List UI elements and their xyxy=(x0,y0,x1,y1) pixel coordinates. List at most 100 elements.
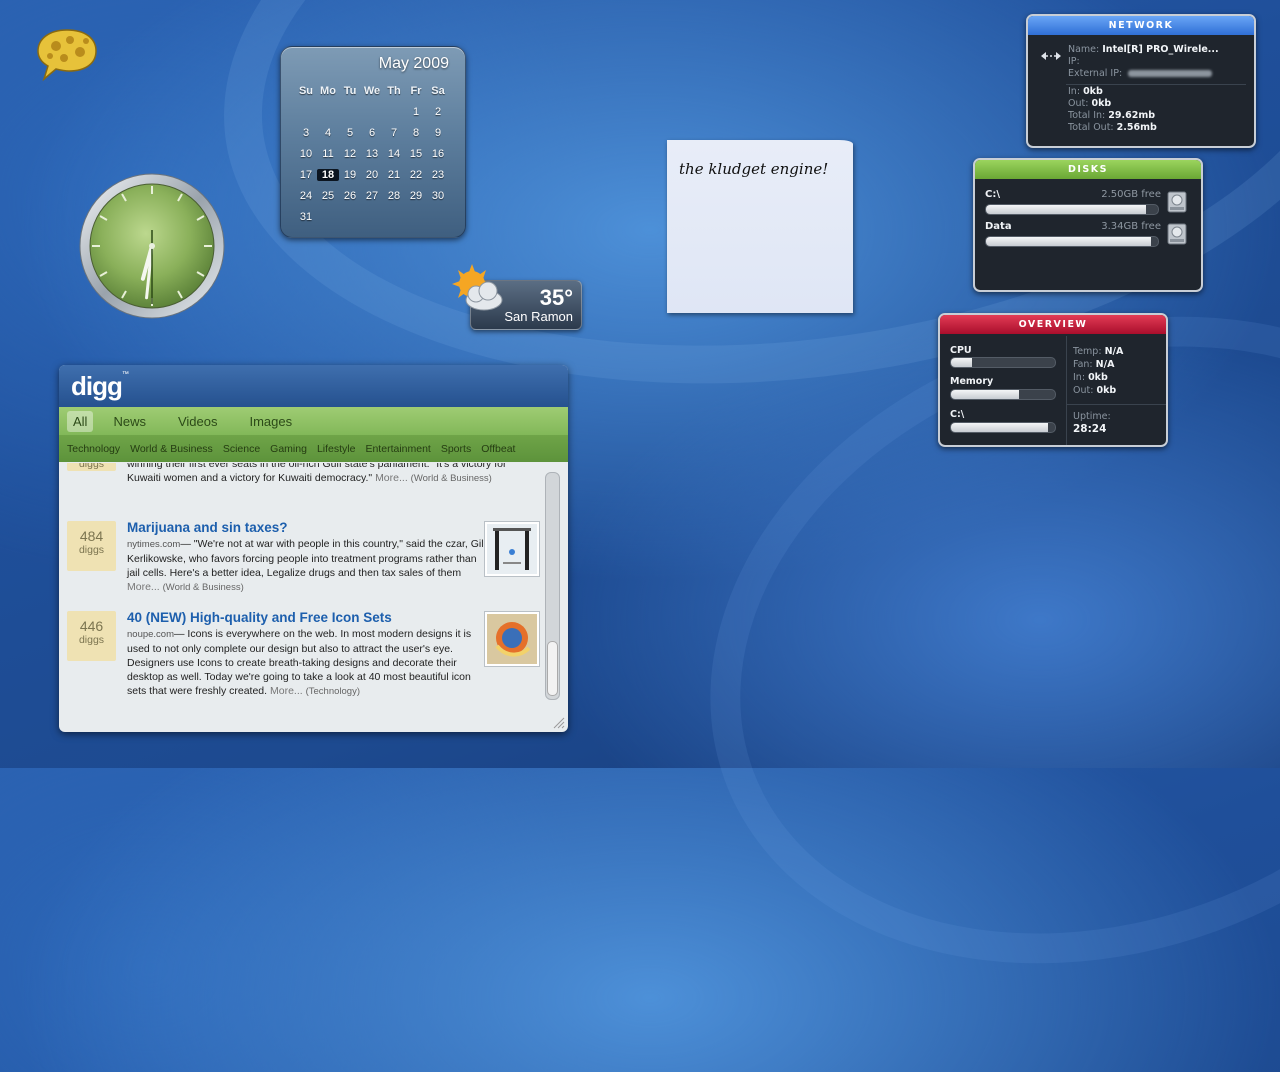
overview-divider xyxy=(1067,404,1166,405)
network-divider xyxy=(1066,84,1246,85)
digg-category-link[interactable]: Science xyxy=(223,443,260,455)
digg-scrollbar-thumb[interactable] xyxy=(547,641,558,696)
digg-story-thumbnail[interactable] xyxy=(484,521,540,577)
digg-story-source: noupe.com xyxy=(127,629,175,640)
sticky-note-text[interactable]: the kludget engine! xyxy=(679,160,828,178)
calendar-day[interactable]: 2 xyxy=(427,106,449,118)
calendar-day[interactable]: 20 xyxy=(361,169,383,181)
digg-more-link[interactable]: More... xyxy=(127,581,160,593)
network-widget[interactable]: NETWORK Name: Intel[R] PRO_Wirele... IP:… xyxy=(1026,14,1256,148)
calendar-day[interactable]: 26 xyxy=(339,190,361,202)
digg-more-link[interactable]: More... xyxy=(270,685,303,697)
calendar-day[interactable]: 17 xyxy=(295,169,317,181)
digg-more-link[interactable]: More... xyxy=(375,472,408,484)
calendar-day[interactable]: 29 xyxy=(405,190,427,202)
digg-category-link[interactable]: Lifestyle xyxy=(317,443,356,455)
calendar-widget[interactable]: May 2009 Su Mo Tu We Th Fr Sa 1 2 3 4 5 6 7 8 9 10 11 12 13… xyxy=(280,46,466,238)
digg-category-link[interactable]: Sports xyxy=(441,443,471,455)
network-title: NETWORK xyxy=(1028,16,1254,35)
calendar-day[interactable]: 1 xyxy=(405,106,427,118)
digg-story-body: 40 (NEW) High-quality and Free Icon Sets… xyxy=(127,611,487,699)
calendar-day[interactable]: 31 xyxy=(295,211,317,223)
overview-widget[interactable]: OVERVIEW CPU Memory C:\ Temp: N/A Fan: N… xyxy=(938,313,1168,447)
calendar-day[interactable]: 30 xyxy=(427,190,449,202)
analog-clock-widget[interactable] xyxy=(78,172,226,320)
disk-name: Data xyxy=(985,221,1012,232)
digg-category-link[interactable]: Technology xyxy=(67,443,120,455)
calendar-day[interactable]: 28 xyxy=(383,190,405,202)
digg-story-category[interactable]: (Technology) xyxy=(306,686,360,697)
digg-category-link[interactable]: World & Business xyxy=(130,443,213,455)
digg-logo[interactable]: digg™ xyxy=(71,371,129,402)
calendar-day[interactable]: 7 xyxy=(383,127,405,139)
overview-title: OVERVIEW xyxy=(940,315,1166,334)
calendar-day[interactable]: 5 xyxy=(339,127,361,139)
calendar-week-row: 3456789 xyxy=(295,122,455,143)
calendar-day[interactable]: 4 xyxy=(317,127,339,139)
calendar-day[interactable]: 6 xyxy=(361,127,383,139)
digg-category-link[interactable]: Gaming xyxy=(270,443,307,455)
calendar-weekday: Mo xyxy=(320,84,336,97)
network-out-row: Out: 0kb xyxy=(1068,98,1112,109)
calendar-day[interactable]: 22 xyxy=(405,169,427,181)
uptime-label: Uptime: xyxy=(1073,411,1111,422)
disk-row: Data 3.34GB free xyxy=(985,221,1191,249)
memory-label: Memory xyxy=(950,376,994,387)
calendar-day[interactable]: 14 xyxy=(383,148,405,160)
calendar-day[interactable]: 27 xyxy=(361,190,383,202)
digg-count-badge[interactable]: 446 diggs xyxy=(67,611,116,661)
digg-category-link[interactable]: Offbeat xyxy=(481,443,515,455)
disk-usage-bar xyxy=(985,236,1159,247)
digg-count-badge[interactable]: 484 diggs xyxy=(67,521,116,571)
calendar-grid: Su Mo Tu We Th Fr Sa 1 2 3 4 5 6 7 8 9 10 11 12 13 14 15 16 17 1… xyxy=(295,80,455,227)
calendar-day[interactable]: 12 xyxy=(339,148,361,160)
network-ip-row: IP: xyxy=(1068,56,1080,67)
calendar-day[interactable]: 21 xyxy=(383,169,405,181)
overview-divider xyxy=(1066,336,1067,445)
calendar-day[interactable]: 10 xyxy=(295,148,317,160)
calendar-day[interactable]: 25 xyxy=(317,190,339,202)
overview-disk-bar xyxy=(950,422,1056,433)
calendar-weekday: Tu xyxy=(343,84,357,97)
calendar-day[interactable]: 18 xyxy=(317,168,339,181)
network-in-row: In: 0kb xyxy=(1068,86,1103,97)
digg-tab-images[interactable]: Images xyxy=(243,411,298,432)
digg-story-title[interactable]: 40 (NEW) High-quality and Free Icon Sets xyxy=(127,611,487,625)
calendar-weekday: Sa xyxy=(431,84,445,97)
calendar-day[interactable]: 3 xyxy=(295,127,317,139)
disk-free-space: 3.34GB free xyxy=(1101,221,1161,232)
digg-story-thumbnail[interactable] xyxy=(484,611,540,667)
network-total-out-row: Total Out: 2.56mb xyxy=(1068,122,1157,133)
network-external-ip-row: External IP: xyxy=(1068,68,1213,80)
calendar-day[interactable]: 24 xyxy=(295,190,317,202)
digg-count-badge[interactable]: diggs xyxy=(67,463,116,471)
digg-story-category[interactable]: (World & Business) xyxy=(411,473,492,484)
calendar-day[interactable]: 11 xyxy=(317,148,339,160)
calendar-day[interactable]: 13 xyxy=(361,148,383,160)
digg-story-title[interactable]: Marijuana and sin taxes? xyxy=(127,521,487,535)
digg-scrollbar[interactable] xyxy=(545,472,560,700)
calendar-day[interactable]: 15 xyxy=(405,148,427,160)
calendar-day[interactable]: 9 xyxy=(427,127,449,139)
calendar-weekday: Th xyxy=(387,84,401,97)
sticky-note-widget[interactable]: the kludget engine! xyxy=(667,140,853,313)
digg-tabs: All News Videos Images xyxy=(59,407,568,435)
digg-tab-all[interactable]: All xyxy=(67,410,94,432)
calendar-day[interactable]: 8 xyxy=(405,127,427,139)
redacted-ip xyxy=(1128,70,1213,77)
overview-disk-label: C:\ xyxy=(950,409,965,420)
chat-bubble-icon[interactable] xyxy=(36,26,98,82)
digg-tab-news[interactable]: News xyxy=(107,411,152,432)
resize-grip-icon[interactable] xyxy=(553,717,565,729)
digg-story-text: — "We're not at war with people in this … xyxy=(127,538,484,579)
calendar-day[interactable]: 19 xyxy=(339,169,361,181)
weather-widget[interactable]: 35° San Ramon xyxy=(446,262,586,332)
calendar-day[interactable]: 23 xyxy=(427,169,449,181)
disk-row: C:\ 2.50GB free xyxy=(985,189,1191,217)
disks-widget[interactable]: DISKS C:\ 2.50GB free Data 3.34GB free xyxy=(973,158,1203,292)
fan-row: Fan: N/A xyxy=(1073,359,1115,370)
calendar-day[interactable]: 16 xyxy=(427,148,449,160)
digg-tab-videos[interactable]: Videos xyxy=(172,411,224,432)
digg-story-category[interactable]: (World & Business) xyxy=(163,582,244,593)
digg-category-link[interactable]: Entertainment xyxy=(365,443,430,455)
